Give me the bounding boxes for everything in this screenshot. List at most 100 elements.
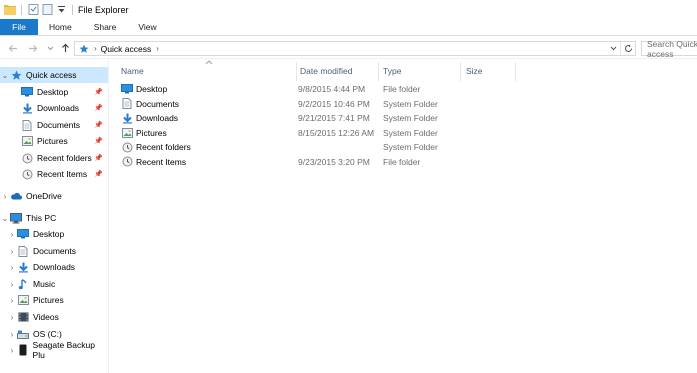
sidebar-item-pc-videos[interactable]: › Videos	[0, 309, 108, 325]
tab-view[interactable]: View	[127, 19, 167, 35]
navigation-bar: › Quick access › Search Quick access	[0, 37, 697, 59]
sidebar-item-desktop[interactable]: Desktop 📌	[0, 84, 108, 100]
sidebar-item-downloads[interactable]: Downloads 📌	[0, 100, 108, 116]
onedrive-cloud-icon	[10, 190, 22, 202]
pictures-icon	[17, 294, 29, 306]
quick-access-star-icon	[10, 69, 22, 81]
sidebar-item-label: Recent Items	[37, 169, 88, 179]
expand-chevron-icon[interactable]: ›	[7, 280, 17, 289]
sidebar-item-pc-desktop[interactable]: › Desktop	[0, 226, 108, 242]
refresh-button[interactable]	[620, 42, 635, 55]
tab-share[interactable]: Share	[83, 19, 128, 35]
file-date: 9/21/2015 7:41 PM	[298, 113, 370, 124]
properties-icon[interactable]	[27, 4, 39, 16]
expand-chevron-icon[interactable]: ›	[7, 296, 17, 305]
sidebar-item-quick-access[interactable]: ⌄ Quick access	[0, 67, 108, 83]
pin-icon[interactable]: 📌	[94, 88, 103, 96]
sidebar-item-pc-music[interactable]: › Music	[0, 276, 108, 292]
expand-chevron-icon[interactable]: ›	[7, 247, 17, 256]
back-arrow-icon	[8, 44, 17, 52]
recent-locations-button[interactable]	[43, 41, 57, 55]
expand-chevron-icon[interactable]: ›	[7, 263, 17, 272]
file-type: System Folder	[383, 98, 438, 109]
refresh-icon	[624, 44, 632, 52]
search-input[interactable]: Search Quick access	[641, 39, 697, 59]
up-button[interactable]	[58, 41, 72, 55]
sidebar-item-label: Videos	[33, 312, 59, 322]
column-header-type[interactable]: Type	[383, 60, 401, 81]
music-icon	[17, 278, 29, 290]
file-date: 8/15/2015 12:26 AM	[298, 127, 375, 138]
sort-ascending-icon	[205, 60, 213, 65]
file-row-recent-items[interactable]: Recent Items 9/23/2015 3:20 PM File fold…	[110, 155, 697, 170]
file-name-cell: Documents	[121, 98, 179, 110]
file-row-documents[interactable]: Documents 9/2/2015 10:46 PM System Folde…	[110, 97, 697, 112]
tab-home[interactable]: Home	[38, 19, 83, 35]
recent-items-icon	[21, 168, 33, 180]
sidebar-item-pc-downloads[interactable]: › Downloads	[0, 259, 108, 275]
sidebar-item-onedrive[interactable]: › OneDrive	[0, 188, 108, 204]
collapse-chevron-icon[interactable]: ⌄	[0, 214, 10, 223]
downloads-icon	[21, 102, 33, 114]
documents-icon	[121, 98, 133, 110]
file-date: 9/8/2015 4:44 PM	[298, 84, 366, 95]
pin-icon[interactable]: 📌	[94, 104, 103, 112]
file-type: System Folder	[383, 127, 438, 138]
chevron-down-icon	[47, 46, 53, 50]
pin-icon[interactable]: 📌	[94, 154, 103, 162]
column-divider[interactable]	[460, 62, 461, 81]
new-folder-icon[interactable]	[41, 4, 53, 16]
customize-toolbar-icon[interactable]	[55, 4, 67, 16]
pictures-icon	[121, 127, 133, 138]
sidebar-item-label: Pictures	[33, 295, 64, 305]
sidebar-item-recent-folders[interactable]: Recent folders 📌	[0, 150, 108, 166]
column-divider[interactable]	[378, 62, 379, 81]
column-header-date-modified[interactable]: Date modified	[300, 60, 352, 81]
address-history-dropdown[interactable]	[610, 42, 617, 55]
tab-file[interactable]: File	[0, 19, 38, 35]
file-row-desktop[interactable]: Desktop 9/8/2015 4:44 PM File folder	[110, 82, 697, 97]
pin-icon[interactable]: 📌	[94, 170, 103, 178]
back-button[interactable]	[6, 41, 20, 55]
file-row-pictures[interactable]: Pictures 8/15/2015 12:26 AM System Folde…	[110, 126, 697, 141]
pin-icon[interactable]: 📌	[94, 121, 103, 129]
file-name: Recent folders	[136, 142, 191, 153]
sidebar-item-label: Pictures	[37, 136, 68, 146]
forward-button[interactable]	[26, 41, 40, 55]
column-divider[interactable]	[296, 62, 297, 81]
sidebar-item-pc-documents[interactable]: › Documents	[0, 243, 108, 259]
downloads-icon	[17, 261, 29, 273]
expand-chevron-icon[interactable]: ›	[7, 230, 17, 239]
expand-chevron-icon[interactable]: ›	[0, 192, 10, 201]
column-header-size[interactable]: Size	[466, 60, 483, 81]
expand-chevron-icon[interactable]: ›	[7, 330, 17, 339]
collapse-chevron-icon[interactable]: ⌄	[0, 71, 10, 80]
expand-chevron-icon[interactable]: ›	[7, 313, 17, 322]
expand-chevron-icon[interactable]: ›	[7, 346, 17, 355]
breadcrumb-quick-access[interactable]: Quick access	[101, 44, 152, 54]
address-bar[interactable]: › Quick access ›	[74, 41, 636, 56]
breadcrumb-separator-icon[interactable]: ›	[156, 44, 159, 53]
pin-icon[interactable]: 📌	[94, 137, 103, 145]
file-row-downloads[interactable]: Downloads 9/21/2015 7:41 PM System Folde…	[110, 111, 697, 126]
toolbar-divider	[72, 4, 73, 15]
sidebar-item-pc-seagate[interactable]: › Seagate Backup Plu	[0, 340, 108, 360]
pictures-icon	[21, 135, 33, 147]
file-name: Pictures	[136, 127, 167, 138]
sidebar-item-recent-items[interactable]: Recent Items 📌	[0, 166, 108, 182]
sidebar-item-this-pc[interactable]: ⌄ This PC	[0, 210, 108, 226]
recent-items-icon	[121, 156, 133, 167]
documents-icon	[17, 245, 29, 257]
file-name-cell: Recent folders	[121, 142, 191, 153]
sidebar-item-pictures[interactable]: Pictures 📌	[0, 133, 108, 149]
sidebar-item-documents[interactable]: Documents 📌	[0, 117, 108, 133]
file-row-recent-folders[interactable]: Recent folders System Folder	[110, 140, 697, 155]
desktop-icon	[17, 228, 29, 240]
file-name: Desktop	[136, 84, 168, 95]
column-divider[interactable]	[515, 62, 516, 81]
file-type: File folder	[383, 84, 421, 95]
sidebar-item-pc-pictures[interactable]: › Pictures	[0, 292, 108, 308]
chevron-down-icon	[610, 46, 617, 51]
sidebar-item-label: OneDrive	[26, 191, 62, 201]
column-header-name[interactable]: Name	[121, 60, 144, 81]
